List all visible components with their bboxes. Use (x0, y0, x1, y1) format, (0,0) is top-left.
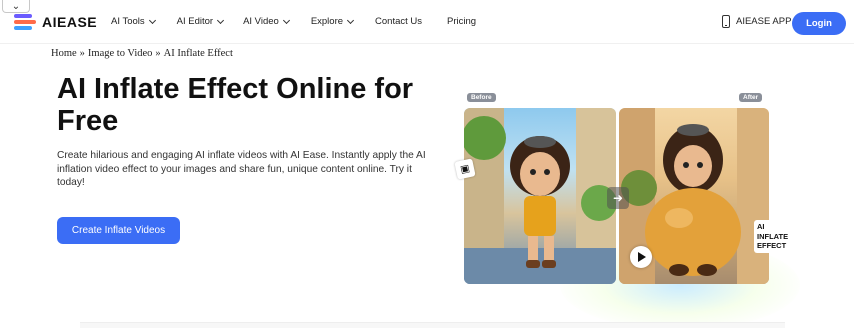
menu-explore[interactable]: Explore (310, 16, 355, 27)
breadcrumb-current: AI Inflate Effect (163, 48, 233, 59)
menu-label: AI Editor (176, 16, 214, 27)
login-button[interactable]: Login (792, 12, 846, 35)
logo-text: AIEASE (42, 14, 98, 30)
chevron-down-icon (148, 16, 156, 24)
after-tag: After (739, 93, 763, 102)
hero-description: Create hilarious and engaging AI inflate… (57, 150, 426, 188)
menu-ai-editor[interactable]: AI Editor (176, 16, 225, 27)
play-button[interactable] (630, 246, 652, 268)
before-illustration (464, 108, 616, 284)
main-menu: AI Tools AI Editor AI Video Explore Cont… (111, 16, 476, 27)
arrow-right-icon: ➜ (607, 187, 629, 209)
menu-pricing[interactable]: Pricing (447, 16, 476, 27)
breadcrumb-separator: » (155, 48, 161, 59)
next-section-edge (80, 322, 785, 328)
chevron-down-icon (346, 16, 355, 24)
breadcrumb-separator: » (79, 48, 85, 59)
menu-label: Explore (310, 16, 344, 27)
collapse-toggle[interactable]: ⌄ (2, 0, 30, 13)
top-nav: AIEASE AI Tools AI Editor AI Video Explo… (0, 0, 854, 44)
create-inflate-videos-button[interactable]: Create Inflate Videos (57, 217, 180, 244)
before-tag: Before (467, 93, 496, 102)
breadcrumb-home[interactable]: Home (51, 48, 77, 59)
logo[interactable]: AIEASE (14, 14, 97, 30)
menu-label: AI Video (243, 16, 279, 27)
chevron-down-icon: ⌄ (11, 0, 21, 12)
chevron-down-icon (282, 16, 290, 24)
breadcrumb-parent[interactable]: Image to Video (88, 48, 153, 59)
image-icon: ▣ (454, 158, 476, 180)
before-image (464, 108, 616, 284)
phone-icon (722, 15, 730, 28)
logo-icon (14, 14, 36, 30)
menu-ai-tools[interactable]: AI Tools (111, 16, 156, 27)
breadcrumb: Home » Image to Video » AI Inflate Effec… (51, 48, 233, 59)
menu-contact-us[interactable]: Contact Us (375, 16, 422, 27)
menu-ai-video[interactable]: AI Video (243, 16, 290, 27)
chevron-down-icon (217, 16, 225, 24)
app-link-label: AIEASE APP (736, 16, 792, 27)
menu-label: AI Tools (111, 16, 145, 27)
app-download-link[interactable]: AIEASE APP (722, 15, 791, 28)
page-title: AI Inflate Effect Online for Free (57, 73, 414, 137)
effect-label: AI INFLATE EFFECT (754, 220, 796, 253)
menu-label: Pricing (447, 16, 477, 27)
menu-label: Contact Us (375, 16, 423, 27)
